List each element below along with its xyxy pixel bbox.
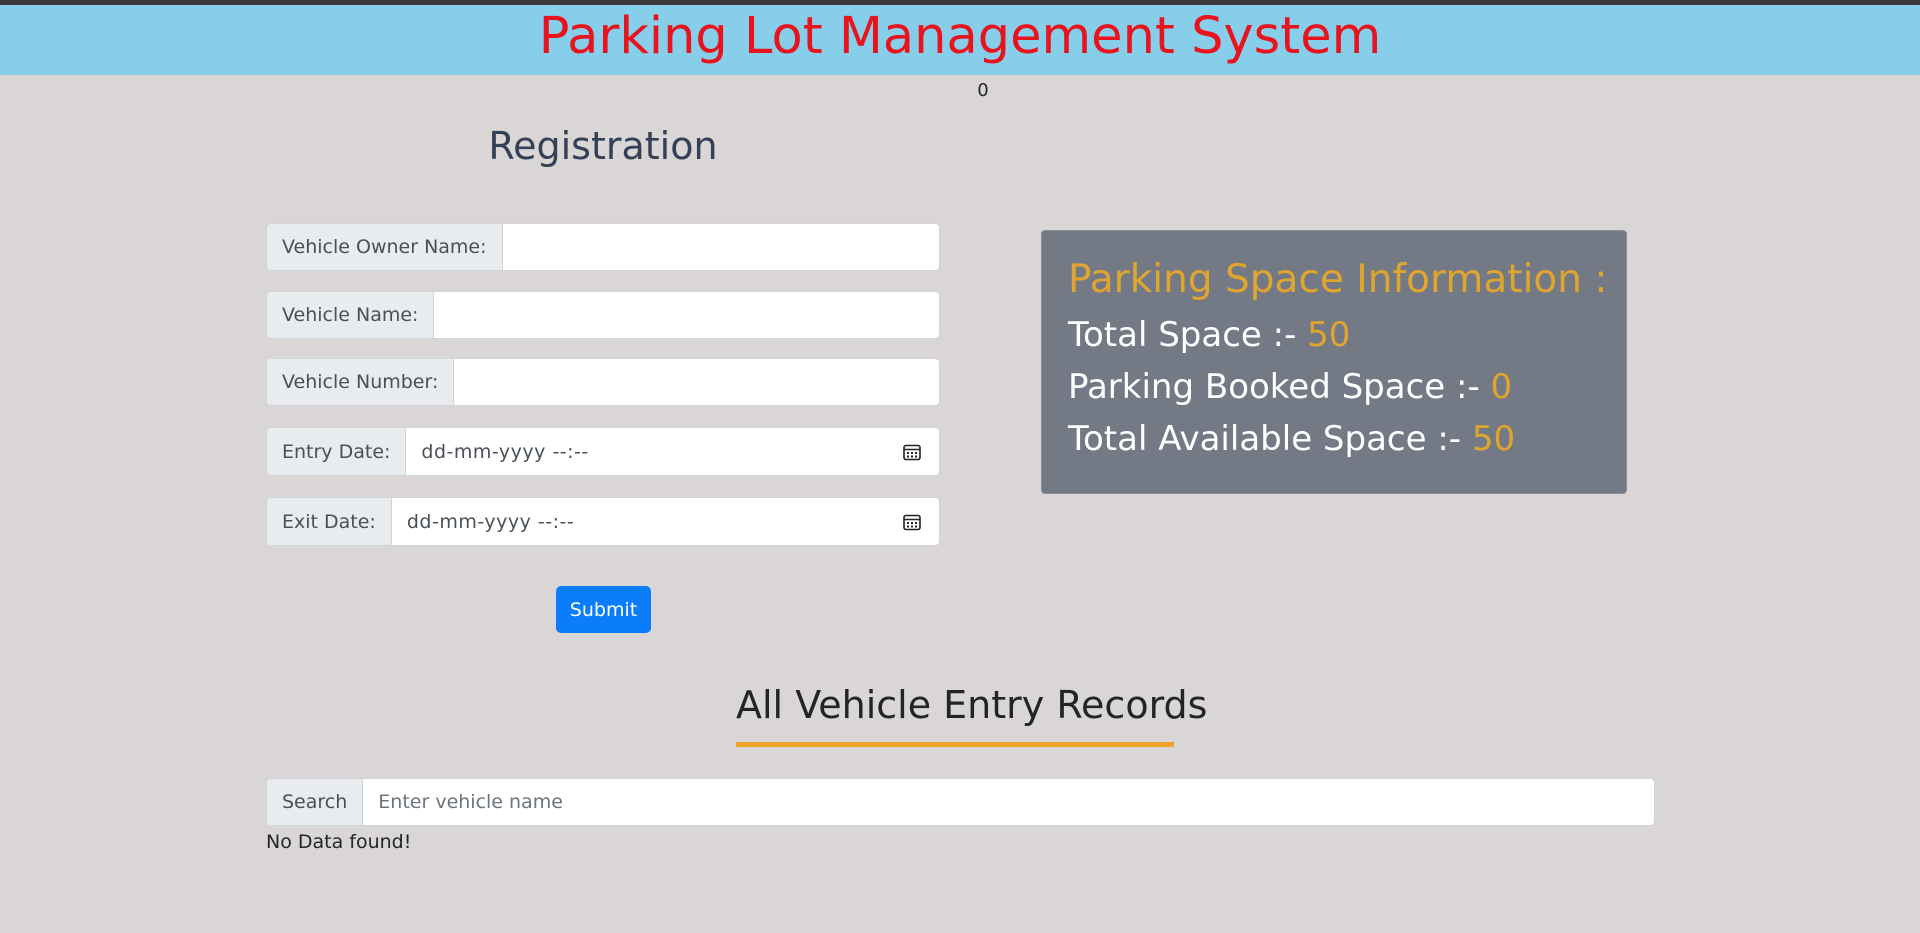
entry-date-group: Entry Date: dd-mm-yyyy --:--: [266, 427, 940, 476]
booked-space-label: Parking Booked Space :-: [1068, 367, 1491, 407]
vehicle-name-input[interactable]: [434, 292, 939, 338]
page-header: Parking Lot Management System: [0, 5, 1920, 75]
entry-date-placeholder: dd-mm-yyyy --:--: [421, 440, 589, 463]
search-group: Search: [266, 778, 1655, 826]
submit-button[interactable]: Submit: [556, 586, 651, 633]
counter-value: 0: [977, 80, 989, 101]
booked-space-line: Parking Booked Space :- 0: [1068, 368, 1626, 406]
page-title: Parking Lot Management System: [538, 7, 1382, 66]
records-title: All Vehicle Entry Records: [736, 683, 1208, 727]
total-space-label: Total Space :-: [1068, 315, 1308, 355]
booked-space-value: 0: [1490, 367, 1513, 407]
owner-name-group: Vehicle Owner Name:: [266, 223, 940, 271]
info-title: Parking Space Information :: [1068, 257, 1608, 302]
vehicle-name-label: Vehicle Name:: [267, 292, 435, 338]
vehicle-number-label: Vehicle Number:: [267, 359, 455, 405]
vehicle-number-group: Vehicle Number:: [266, 358, 940, 406]
exit-date-label: Exit Date:: [267, 498, 392, 545]
no-data-message: No Data found!: [266, 831, 412, 853]
owner-name-input[interactable]: [502, 224, 939, 270]
exit-date-group: Exit Date: dd-mm-yyyy --:--: [266, 497, 940, 546]
search-label: Search: [267, 779, 364, 825]
entry-date-input[interactable]: dd-mm-yyyy --:--: [406, 428, 939, 475]
exit-date-placeholder: dd-mm-yyyy --:--: [406, 510, 575, 533]
entry-date-label: Entry Date:: [267, 428, 407, 475]
total-space-line: Total Space :- 50: [1068, 316, 1626, 354]
registration-title: Registration: [488, 124, 718, 168]
vehicle-name-group: Vehicle Name:: [266, 291, 940, 339]
calendar-icon[interactable]: [902, 442, 922, 462]
search-input[interactable]: [363, 779, 1654, 825]
vehicle-number-input[interactable]: [454, 359, 939, 405]
exit-date-input[interactable]: dd-mm-yyyy --:--: [391, 498, 939, 545]
total-space-value: 50: [1307, 315, 1351, 355]
owner-name-label: Vehicle Owner Name:: [267, 224, 503, 270]
parking-info-panel: Parking Space Information : Total Space …: [1041, 230, 1627, 494]
available-space-value: 50: [1471, 419, 1516, 459]
calendar-icon[interactable]: [902, 512, 922, 532]
records-title-underline: [736, 742, 1174, 747]
available-space-label: Total Available Space :-: [1068, 419, 1472, 459]
available-space-line: Total Available Space :- 50: [1068, 420, 1626, 458]
